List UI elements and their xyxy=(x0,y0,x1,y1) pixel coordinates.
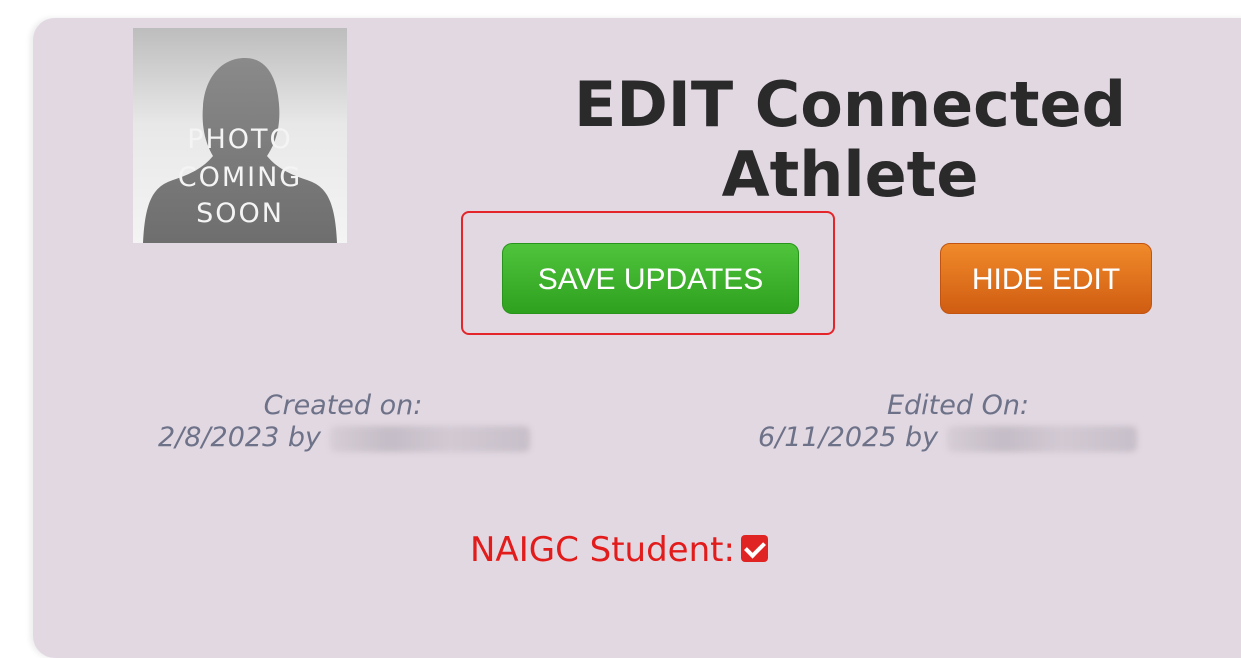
edited-date-by: 6/11/2025 by xyxy=(758,422,939,453)
photo-placeholder-line-2: COMING xyxy=(177,162,303,193)
edited-date-line: 6/11/2025 by xyxy=(758,422,1158,454)
page-title-line-1: EDIT Connected xyxy=(573,68,1126,141)
page-title-line-2: Athlete xyxy=(721,138,979,211)
photo-placeholder-line-1: PHOTO xyxy=(187,124,293,155)
photo-placeholder-line-3: SOON xyxy=(196,198,284,229)
naigc-student-checkbox[interactable] xyxy=(740,535,768,562)
hide-edit-button[interactable]: HIDE EDIT xyxy=(940,243,1152,314)
page-title: EDIT Connected Athlete xyxy=(540,70,1160,210)
athlete-photo-placeholder: PHOTO COMING SOON xyxy=(133,28,347,243)
created-info: Created on: 2/8/2023 by xyxy=(158,390,538,454)
edited-info: Edited On: 6/11/2025 by xyxy=(758,390,1158,454)
save-updates-button[interactable]: SAVE UPDATES xyxy=(502,243,799,314)
naigc-student-label: NAIGC Student: xyxy=(470,530,735,570)
created-by-redacted-name xyxy=(329,425,530,452)
naigc-student-field: NAIGC Student: xyxy=(470,528,768,572)
created-label: Created on: xyxy=(263,390,423,421)
created-date-line: 2/8/2023 by xyxy=(158,422,538,454)
edited-by-redacted-name xyxy=(946,425,1137,452)
edited-label: Edited On: xyxy=(886,390,1030,421)
created-date-by: 2/8/2023 by xyxy=(158,422,321,453)
